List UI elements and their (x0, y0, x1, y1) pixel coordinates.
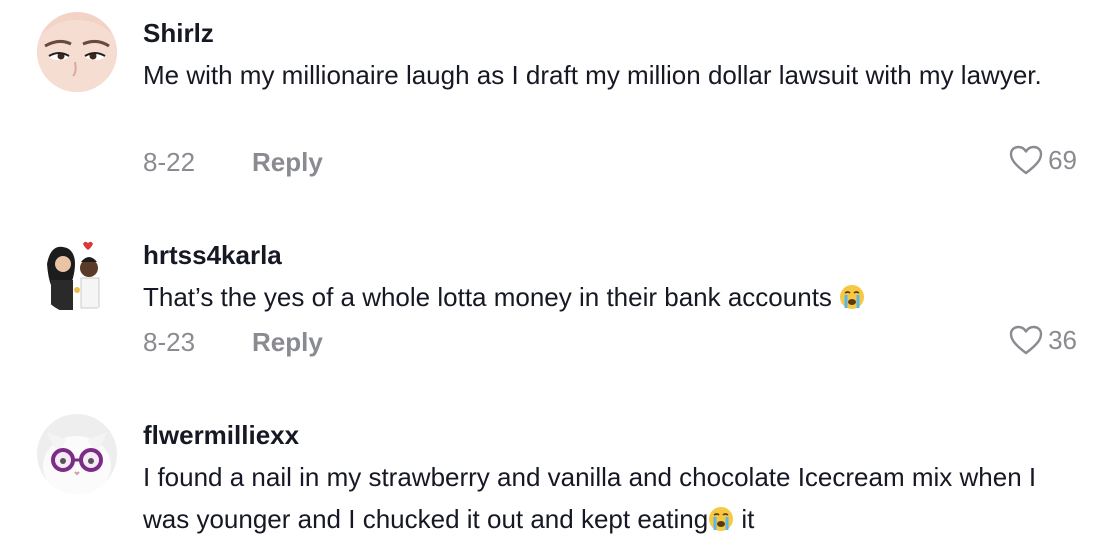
comment-text-body: I found a nail in my strawberry and vani… (143, 462, 1037, 534)
comment-text: Me with my millionaire laugh as I draft … (143, 60, 1042, 90)
heart-icon (1008, 324, 1044, 356)
comment-text-body: That’s the yes of a whole lotta money in… (143, 282, 832, 312)
comment-text: That’s the yes of a whole lotta money in… (143, 276, 1073, 318)
reply-button[interactable]: Reply (252, 147, 323, 178)
comment-text-tail: it (734, 504, 755, 534)
comment-username[interactable]: Shirlz (143, 18, 214, 49)
comment-date: 8-23 (143, 327, 196, 357)
face-closeup-avatar-icon (37, 12, 117, 92)
couple-cartoon-avatar-icon (37, 234, 117, 314)
loudly-crying-face-icon (708, 506, 734, 532)
loudly-crying-face-icon (839, 284, 865, 310)
heart-icon (1008, 144, 1044, 176)
cat-with-glasses-avatar-icon (37, 414, 117, 494)
avatar[interactable] (37, 414, 117, 494)
comment-date: 8-22 (143, 147, 196, 177)
like-button[interactable]: 69 (1008, 144, 1077, 176)
comment-text: I found a nail in my strawberry and vani… (143, 456, 1073, 540)
like-count: 36 (1048, 324, 1077, 355)
avatar[interactable] (37, 234, 117, 314)
reply-button[interactable]: Reply (252, 327, 323, 358)
like-button[interactable]: 36 (1008, 324, 1077, 356)
avatar[interactable] (37, 12, 117, 92)
like-count: 69 (1048, 144, 1077, 175)
comment-username[interactable]: flwermilliexx (143, 420, 299, 451)
comment-username[interactable]: hrtss4karla (143, 240, 282, 271)
